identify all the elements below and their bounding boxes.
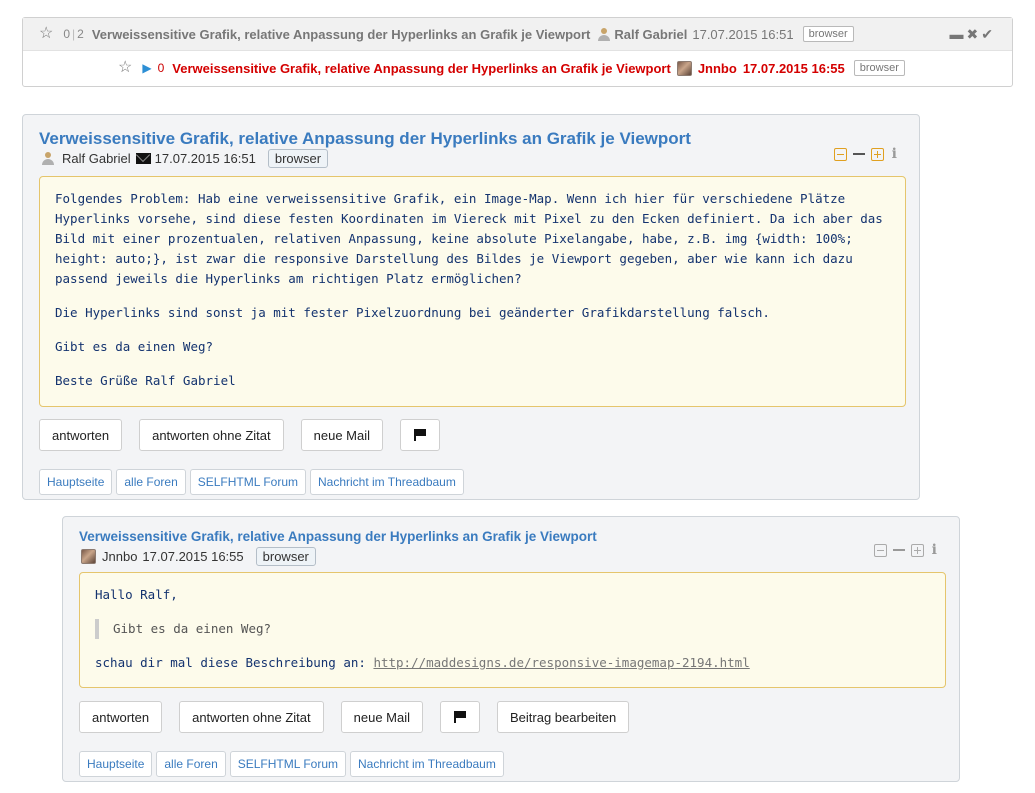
minimize-icon[interactable] (892, 549, 905, 551)
star-icon[interactable]: ☆ (39, 26, 53, 42)
reply-without-quote-button[interactable]: antworten ohne Zitat (139, 419, 284, 451)
flag-button[interactable] (400, 419, 440, 451)
reply-count: 0 (157, 61, 165, 75)
message-actions: antworten antworten ohne Zitat neue Mail… (79, 701, 630, 733)
count-total: 2 (77, 27, 84, 41)
expand-icon[interactable] (870, 147, 884, 161)
message-text: schau dir mal diese Beschreibung an: (95, 655, 374, 670)
message-controls: i (833, 146, 897, 162)
message-author[interactable]: Ralf Gabriel (62, 151, 131, 166)
info-icon[interactable]: i (932, 542, 937, 558)
thread-root-row[interactable]: ☆ 0 | 2 Verweissensitive Grafik, relative … (23, 18, 1012, 51)
breadcrumb-forum[interactable]: SELFHTML Forum (189, 469, 306, 495)
reply-date: 17.07.2015 16:55 (742, 60, 845, 76)
breadcrumb-thread-view[interactable]: Nachricht im Threadbaum (350, 751, 504, 777)
user-icon (597, 27, 611, 41)
current-marker-icon: ▶ (142, 61, 152, 75)
reply-title[interactable]: Verweissensitive Grafik, relative Anpass… (172, 61, 671, 76)
collapse-icon[interactable] (833, 147, 847, 161)
breadcrumb-thread-view[interactable]: Nachricht im Threadbaum (310, 469, 464, 495)
message-author[interactable]: Jnnbo (102, 549, 137, 564)
new-mail-button[interactable]: neue Mail (340, 701, 423, 733)
minimize-icon[interactable] (852, 153, 865, 155)
message-title[interactable]: Verweissensitive Grafik, relative Anpass… (39, 129, 691, 149)
category-tag[interactable]: browser (255, 547, 316, 566)
avatar (81, 549, 96, 564)
edit-post-button[interactable]: Beitrag bearbeiten (497, 701, 630, 733)
breadcrumb-home[interactable]: Hauptseite (79, 751, 153, 777)
category-tag[interactable]: browser (802, 26, 854, 42)
message-date: 17.07.2015 16:55 (142, 549, 244, 564)
breadcrumb: Hauptseite alle Foren SELFHTML Forum Nac… (79, 751, 504, 777)
message-greeting: Hallo Ralf, (95, 587, 178, 602)
message-date: 17.07.2015 16:51 (154, 151, 256, 166)
message-title[interactable]: Verweissensitive Grafik, relative Anpass… (79, 529, 597, 544)
breadcrumb: Hauptseite alle Foren SELFHTML Forum Nac… (39, 469, 464, 495)
message-meta: Ralf Gabriel 17.07.2015 16:51 browser (41, 149, 329, 168)
thread-reply-row[interactable]: ☆ ▶ 0 Verweissensitive Grafik, relative … (23, 51, 1012, 85)
message-actions: antworten antworten ohne Zitat neue Mail (39, 419, 440, 451)
reply-button[interactable]: antworten (39, 419, 123, 451)
reply-author[interactable]: Jnnbo (698, 61, 737, 76)
thread-author[interactable]: Ralf Gabriel (614, 27, 687, 42)
thread-title[interactable]: Verweissensitive Grafik, relative Anpass… (92, 27, 591, 42)
close-icon[interactable]: ✖ (967, 26, 982, 42)
expand-icon[interactable] (910, 543, 924, 557)
post-counts: 0 | 2 (63, 27, 84, 41)
message-body: Folgendes Problem: Hab eine verweissensi… (39, 176, 906, 407)
category-tag[interactable]: browser (267, 149, 329, 168)
external-link[interactable]: http://maddesigns.de/responsive-imagemap… (373, 655, 749, 670)
thread-tree: ☆ 0 | 2 Verweissensitive Grafik, relative … (22, 17, 1013, 87)
check-icon[interactable]: ✔ (981, 26, 996, 42)
breadcrumb-all-forums[interactable]: alle Foren (116, 469, 186, 495)
collapse-icon[interactable] (873, 543, 887, 557)
message-body: Hallo Ralf, Gibt es da einen Weg? schau … (79, 572, 946, 688)
count-unread: 0 (63, 27, 71, 41)
flag-button[interactable] (440, 701, 480, 733)
breadcrumb-home[interactable]: Hauptseite (39, 469, 113, 495)
reply-without-quote-button[interactable]: antworten ohne Zitat (179, 701, 324, 733)
message-controls: i (873, 542, 937, 558)
message-paragraph: schau dir mal diese Beschreibung an: htt… (95, 653, 930, 673)
folder-open-icon[interactable]: ▬ (950, 26, 967, 42)
message-panel-1: Verweissensitive Grafik, relative Anpass… (22, 114, 920, 500)
message-paragraph: Die Hyperlinks sind sonst ja mit fester … (55, 305, 770, 320)
message-paragraph: Gibt es da einen Weg? (55, 339, 214, 354)
flag-icon (454, 711, 466, 723)
user-icon (41, 152, 54, 165)
flag-icon (414, 429, 426, 441)
message-meta: Jnnbo 17.07.2015 16:55 browser (81, 547, 316, 566)
message-paragraph: Folgendes Problem: Hab eine verweissensi… (55, 191, 883, 286)
breadcrumb-forum[interactable]: SELFHTML Forum (229, 751, 346, 777)
thread-date: 17.07.2015 16:51 (692, 26, 794, 42)
thread-actions: ▬✖✔ (950, 26, 996, 43)
mail-icon[interactable] (135, 153, 151, 164)
info-icon[interactable]: i (892, 146, 897, 162)
breadcrumb-all-forums[interactable]: alle Foren (156, 751, 226, 777)
message-panel-2: Verweissensitive Grafik, relative Anpass… (62, 516, 960, 782)
category-tag[interactable]: browser (853, 60, 905, 76)
star-icon[interactable]: ☆ (118, 60, 132, 76)
message-paragraph: Beste Grüße Ralf Gabriel (55, 373, 236, 388)
avatar (676, 60, 692, 76)
reply-button[interactable]: antworten (79, 701, 163, 733)
quote-block: Gibt es da einen Weg? (95, 619, 930, 639)
new-mail-button[interactable]: neue Mail (300, 419, 383, 451)
